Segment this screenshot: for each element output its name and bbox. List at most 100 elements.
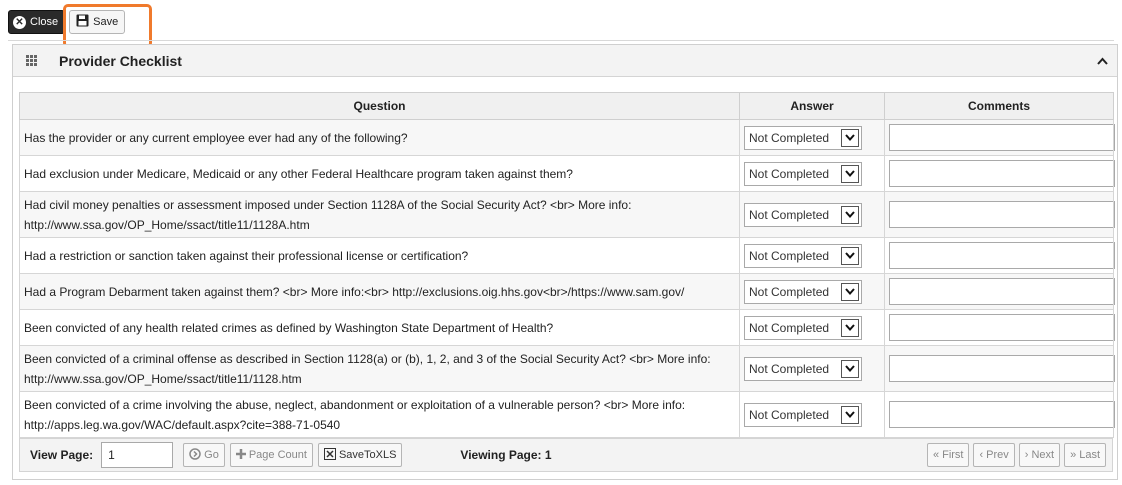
provider-checklist-panel: Provider Checklist Question Answer Comme…	[12, 44, 1118, 480]
answer-value: Not Completed	[749, 361, 830, 376]
comment-input[interactable]	[889, 160, 1115, 187]
table-row: Had a restriction or sanction taken agai…	[19, 237, 1115, 274]
column-header-question: Question	[19, 92, 740, 120]
answer-select[interactable]: Not Completed	[744, 356, 862, 381]
comment-input[interactable]	[889, 401, 1115, 428]
comment-input[interactable]	[889, 314, 1115, 341]
answer-select[interactable]: Not Completed	[744, 279, 862, 304]
toolbar: ✕ Close Save	[8, 10, 126, 36]
answer-select[interactable]: Not Completed	[744, 202, 862, 227]
panel-header: Provider Checklist	[13, 45, 1117, 77]
chevron-down-icon[interactable]	[841, 246, 859, 265]
answer-cell: Not Completed	[739, 309, 885, 346]
comment-input[interactable]	[889, 355, 1115, 382]
comment-cell	[884, 273, 1115, 310]
answer-cell: Not Completed	[739, 345, 885, 392]
answer-value: Not Completed	[749, 207, 830, 222]
save-button[interactable]: Save	[69, 10, 126, 34]
answer-value: Not Completed	[749, 407, 830, 422]
first-label: First	[942, 449, 964, 461]
answer-select[interactable]: Not Completed	[744, 125, 862, 150]
view-page-label: View Page:	[30, 448, 94, 462]
comment-input[interactable]	[889, 124, 1115, 151]
chevron-down-icon[interactable]	[841, 164, 859, 183]
comment-cell	[884, 237, 1115, 274]
first-page-button[interactable]: « First	[926, 443, 970, 467]
comment-cell	[884, 309, 1115, 346]
save-label: Save	[93, 16, 119, 28]
viewing-page-text: Viewing Page: 1	[460, 448, 552, 462]
go-label: Go	[204, 449, 219, 461]
floppy-disk-icon	[76, 14, 89, 30]
table-row: Been convicted of a crime involving the …	[19, 391, 1115, 438]
chevron-down-icon[interactable]	[841, 318, 859, 337]
page-count-button[interactable]: Page Count	[229, 443, 313, 467]
answer-select[interactable]: Not Completed	[744, 161, 862, 186]
page-count-label: Page Count	[248, 449, 307, 461]
table-row: Been convicted of any health related cri…	[19, 309, 1115, 346]
answer-cell: Not Completed	[739, 237, 885, 274]
table-row: Had civil money penalties or assessment …	[19, 191, 1115, 238]
chevron-down-icon[interactable]	[841, 405, 859, 424]
answer-value: Not Completed	[749, 284, 830, 299]
save-to-xls-label: SaveToXLS	[338, 449, 397, 461]
double-chevron-right-icon: »	[1070, 449, 1077, 461]
question-cell: Been convicted of a criminal offense as …	[19, 345, 740, 392]
prev-page-button[interactable]: ‹ Prev	[973, 443, 1015, 467]
comment-cell	[884, 345, 1115, 392]
comment-cell	[884, 391, 1115, 438]
table-header-row: Question Answer Comments	[19, 92, 1114, 120]
comment-input[interactable]	[889, 278, 1115, 305]
answer-select[interactable]: Not Completed	[744, 243, 862, 268]
comment-cell	[884, 119, 1115, 156]
grid-icon	[13, 55, 49, 66]
answer-select[interactable]: Not Completed	[744, 402, 862, 427]
table-row: Has the provider or any current employee…	[19, 119, 1115, 156]
close-button[interactable]: ✕ Close	[8, 10, 66, 34]
chevron-up-icon[interactable]	[1087, 54, 1117, 68]
next-page-button[interactable]: › Next	[1018, 443, 1061, 467]
comment-cell	[884, 191, 1115, 238]
comment-input[interactable]	[889, 242, 1115, 269]
next-label: Next	[1031, 449, 1055, 461]
pager-controls: « First ‹ Prev › Next » Last	[923, 443, 1106, 467]
answer-cell: Not Completed	[739, 191, 885, 238]
answer-value: Not Completed	[749, 130, 830, 145]
question-cell: Had civil money penalties or assessment …	[19, 191, 740, 238]
chevron-down-icon[interactable]	[841, 282, 859, 301]
question-cell: Had a Program Debarment taken against th…	[19, 273, 740, 310]
question-cell: Has the provider or any current employee…	[19, 119, 740, 156]
go-button[interactable]: Go	[183, 443, 225, 467]
close-icon: ✕	[13, 15, 26, 29]
answer-value: Not Completed	[749, 320, 830, 335]
comment-cell	[884, 155, 1115, 192]
chevron-right-icon: ›	[1024, 449, 1029, 461]
prev-label: Prev	[986, 449, 1009, 461]
plus-icon	[235, 448, 246, 462]
excel-icon	[323, 447, 336, 463]
answer-cell: Not Completed	[739, 155, 885, 192]
table-row: Had exclusion under Medicare, Medicaid o…	[19, 155, 1115, 192]
last-label: Last	[1079, 449, 1100, 461]
view-page-input[interactable]: 1	[101, 442, 174, 468]
answer-value: Not Completed	[749, 166, 830, 181]
checklist-table: Question Answer Comments Has the provide…	[19, 92, 1115, 438]
table-row: Been convicted of a criminal offense as …	[19, 345, 1115, 392]
chevron-down-icon[interactable]	[841, 128, 859, 147]
question-cell: Had exclusion under Medicare, Medicaid o…	[19, 155, 740, 192]
last-page-button[interactable]: » Last	[1064, 443, 1106, 467]
question-cell: Had a restriction or sanction taken agai…	[19, 237, 740, 274]
close-label: Close	[30, 16, 59, 28]
chevron-down-icon[interactable]	[841, 359, 859, 378]
answer-select[interactable]: Not Completed	[744, 315, 862, 340]
answer-cell: Not Completed	[739, 391, 885, 438]
pager-footer: View Page: 1 Go Page Count SaveToXLS Vie…	[19, 438, 1113, 472]
question-cell: Been convicted of a crime involving the …	[19, 391, 740, 438]
column-header-answer: Answer	[739, 92, 885, 120]
save-to-xls-button[interactable]: SaveToXLS	[317, 443, 403, 467]
table-row: Had a Program Debarment taken against th…	[19, 273, 1115, 310]
comment-input[interactable]	[889, 201, 1115, 228]
chevron-down-icon[interactable]	[841, 205, 859, 224]
answer-value: Not Completed	[749, 248, 830, 263]
question-cell: Been convicted of any health related cri…	[19, 309, 740, 346]
